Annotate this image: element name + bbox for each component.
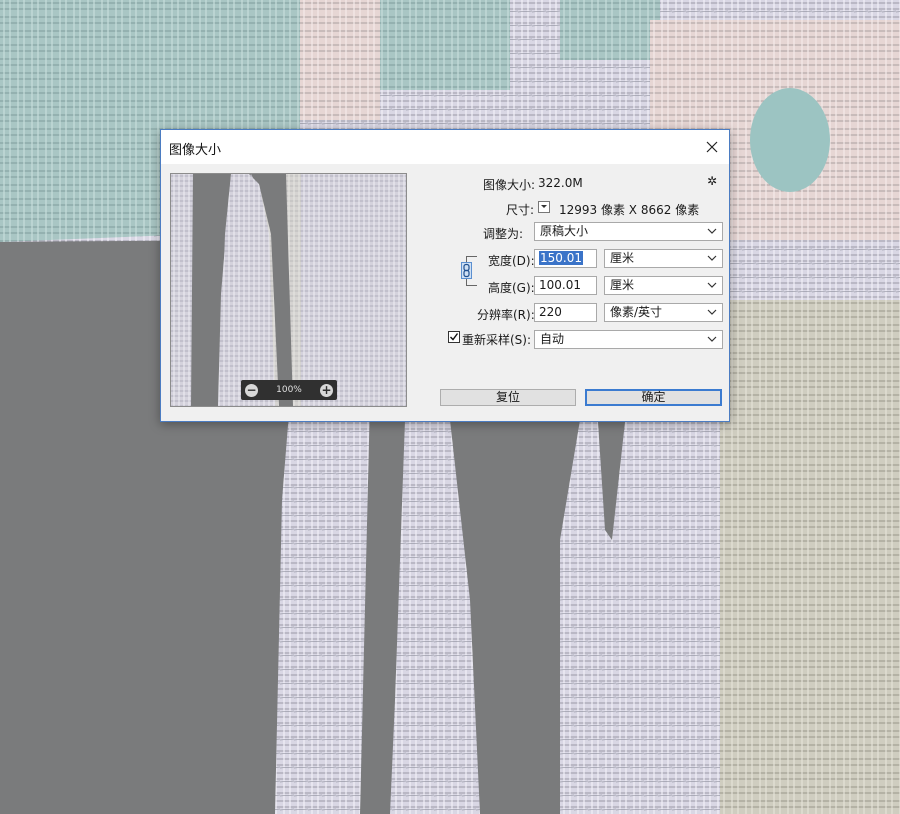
height-value: 100.01 [539,278,581,292]
zoom-in-button[interactable]: + [319,382,333,397]
image-size-value: 322.0M [538,176,583,190]
width-unit-value: 厘米 [610,251,635,265]
dialog-title: 图像大小 [169,143,222,158]
chain-link-icon [463,263,470,278]
resolution-unit-value: 像素/英寸 [610,305,663,319]
image-size-label: 图像大小: [483,178,536,192]
resolution-input[interactable]: 220 [534,303,597,322]
width-input[interactable]: 150.01 [534,249,597,268]
plus-circle-icon: + [321,382,332,397]
fit-to-label: 调整为: [483,227,524,241]
zoom-level: 100% [276,385,302,395]
fit-to-select[interactable]: 原稿大小 [534,222,723,241]
dimensions-label: 尺寸: [506,203,535,217]
resample-label: 重新采样(S): [462,333,532,347]
width-label: 宽度(D): [488,254,535,268]
dimensions-unit-dropdown[interactable] [538,201,550,213]
preview-artwork [171,174,406,406]
chevron-down-icon [707,282,717,288]
chevron-down-icon [707,309,717,315]
height-unit-value: 厘米 [610,278,635,292]
constrain-bracket-bottom [466,279,477,286]
resolution-label: 分辨率(R): [477,308,535,322]
constrain-proportions-toggle[interactable] [461,262,472,279]
minus-circle-icon: − [246,382,257,397]
image-size-dialog: 图像大小 − 100% + 图像大小: 322.0M ✲ 尺寸: 12993 像… [160,129,730,422]
chevron-down-icon [707,228,717,234]
checkmark-icon [450,333,459,341]
gear-icon: ✲ [707,174,718,188]
resample-checkbox[interactable] [448,331,460,343]
close-icon [706,141,718,153]
width-value: 150.01 [539,251,583,265]
height-unit-select[interactable]: 厘米 [604,276,723,295]
reset-button[interactable]: 复位 [440,389,576,406]
width-unit-select[interactable]: 厘米 [604,249,723,268]
chevron-down-icon [707,336,717,342]
height-label: 高度(G): [488,281,535,295]
resample-value: 自动 [540,332,565,346]
resolution-unit-select[interactable]: 像素/英寸 [604,303,723,322]
resample-select[interactable]: 自动 [534,330,723,349]
zoom-control: − 100% + [241,380,337,400]
zoom-out-button[interactable]: − [245,382,258,397]
chevron-down-icon [541,205,547,208]
ok-button[interactable]: 确定 [585,389,722,406]
dimensions-value: 12993 像素 X 8662 像素 [559,203,700,217]
image-preview[interactable]: − 100% + [170,173,407,407]
chevron-down-icon [707,255,717,261]
fit-to-value: 原稿大小 [540,224,589,238]
height-input[interactable]: 100.01 [534,276,597,295]
settings-button[interactable]: ✲ [707,174,717,188]
dialog-titlebar[interactable]: 图像大小 [161,130,729,164]
resolution-value: 220 [539,305,562,319]
close-button[interactable] [695,130,729,164]
